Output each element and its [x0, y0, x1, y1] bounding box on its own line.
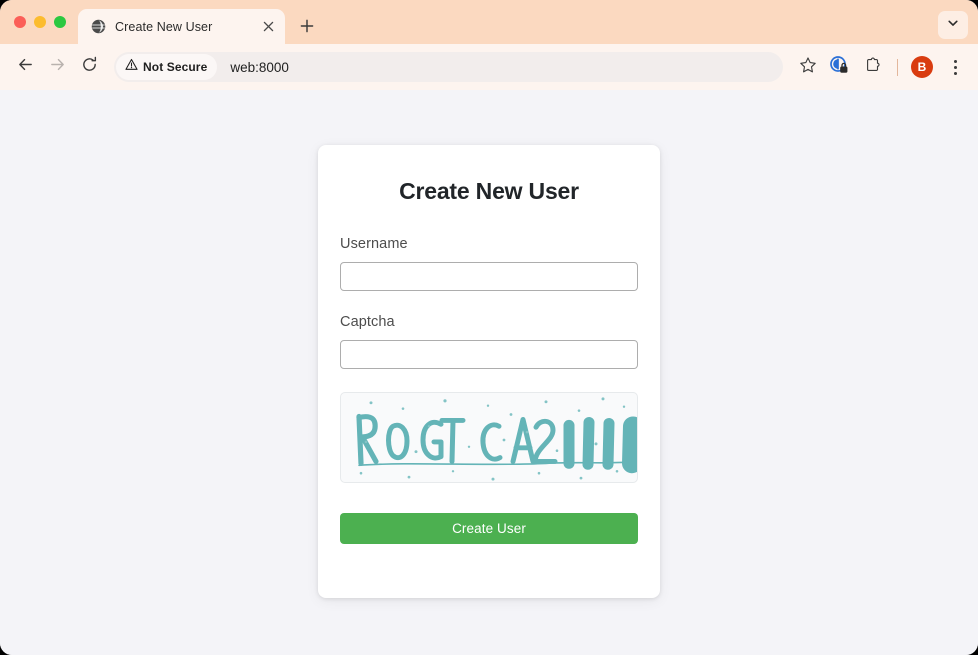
toolbar-actions: B — [825, 53, 968, 81]
privacy-lock-icon — [829, 55, 849, 80]
chevron-down-icon — [947, 16, 959, 34]
star-icon — [799, 56, 817, 79]
captcha-glyphs — [341, 393, 637, 482]
security-status-badge[interactable]: Not Secure — [116, 54, 217, 80]
new-tab-button[interactable] — [293, 12, 321, 40]
security-status-label: Not Secure — [143, 60, 207, 74]
username-input[interactable] — [340, 262, 638, 291]
profile-button[interactable]: B — [908, 53, 936, 81]
tab-strip: Create New User — [0, 0, 978, 44]
page-viewport: Create New User Username Captcha — [0, 90, 978, 655]
create-user-card: Create New User Username Captcha — [318, 145, 660, 598]
browser-window: Create New User — [0, 0, 978, 655]
bookmark-button[interactable] — [793, 52, 823, 82]
toolbar-divider — [897, 59, 898, 76]
extensions-button[interactable] — [859, 53, 887, 81]
privacy-button[interactable] — [825, 53, 853, 81]
captcha-label: Captcha — [340, 314, 638, 330]
username-label: Username — [340, 236, 638, 252]
reload-icon — [81, 56, 98, 78]
globe-icon — [90, 19, 106, 35]
tab-search-button[interactable] — [938, 11, 968, 39]
puzzle-piece-icon — [864, 56, 882, 79]
arrow-left-icon — [17, 56, 34, 78]
reload-button[interactable] — [74, 52, 104, 82]
arrow-right-icon — [49, 56, 66, 78]
page-title: Create New User — [340, 178, 638, 205]
window-controls — [14, 0, 78, 44]
back-button[interactable] — [10, 52, 40, 82]
browser-toolbar: Not Secure web:8000 — [0, 44, 978, 90]
forward-button[interactable] — [42, 52, 72, 82]
captcha-image — [340, 392, 638, 483]
window-close-button[interactable] — [14, 16, 26, 28]
avatar: B — [911, 56, 933, 78]
window-minimize-button[interactable] — [34, 16, 46, 28]
warning-triangle-icon — [125, 58, 138, 76]
address-bar[interactable]: Not Secure web:8000 — [114, 52, 783, 82]
window-maximize-button[interactable] — [54, 16, 66, 28]
captcha-input[interactable] — [340, 340, 638, 369]
close-icon[interactable] — [259, 18, 277, 36]
browser-tab[interactable]: Create New User — [78, 9, 285, 44]
create-user-button[interactable]: Create User — [340, 513, 638, 544]
tab-title: Create New User — [115, 20, 250, 34]
kebab-menu-icon[interactable] — [942, 53, 968, 81]
url-text[interactable]: web:8000 — [230, 60, 289, 75]
